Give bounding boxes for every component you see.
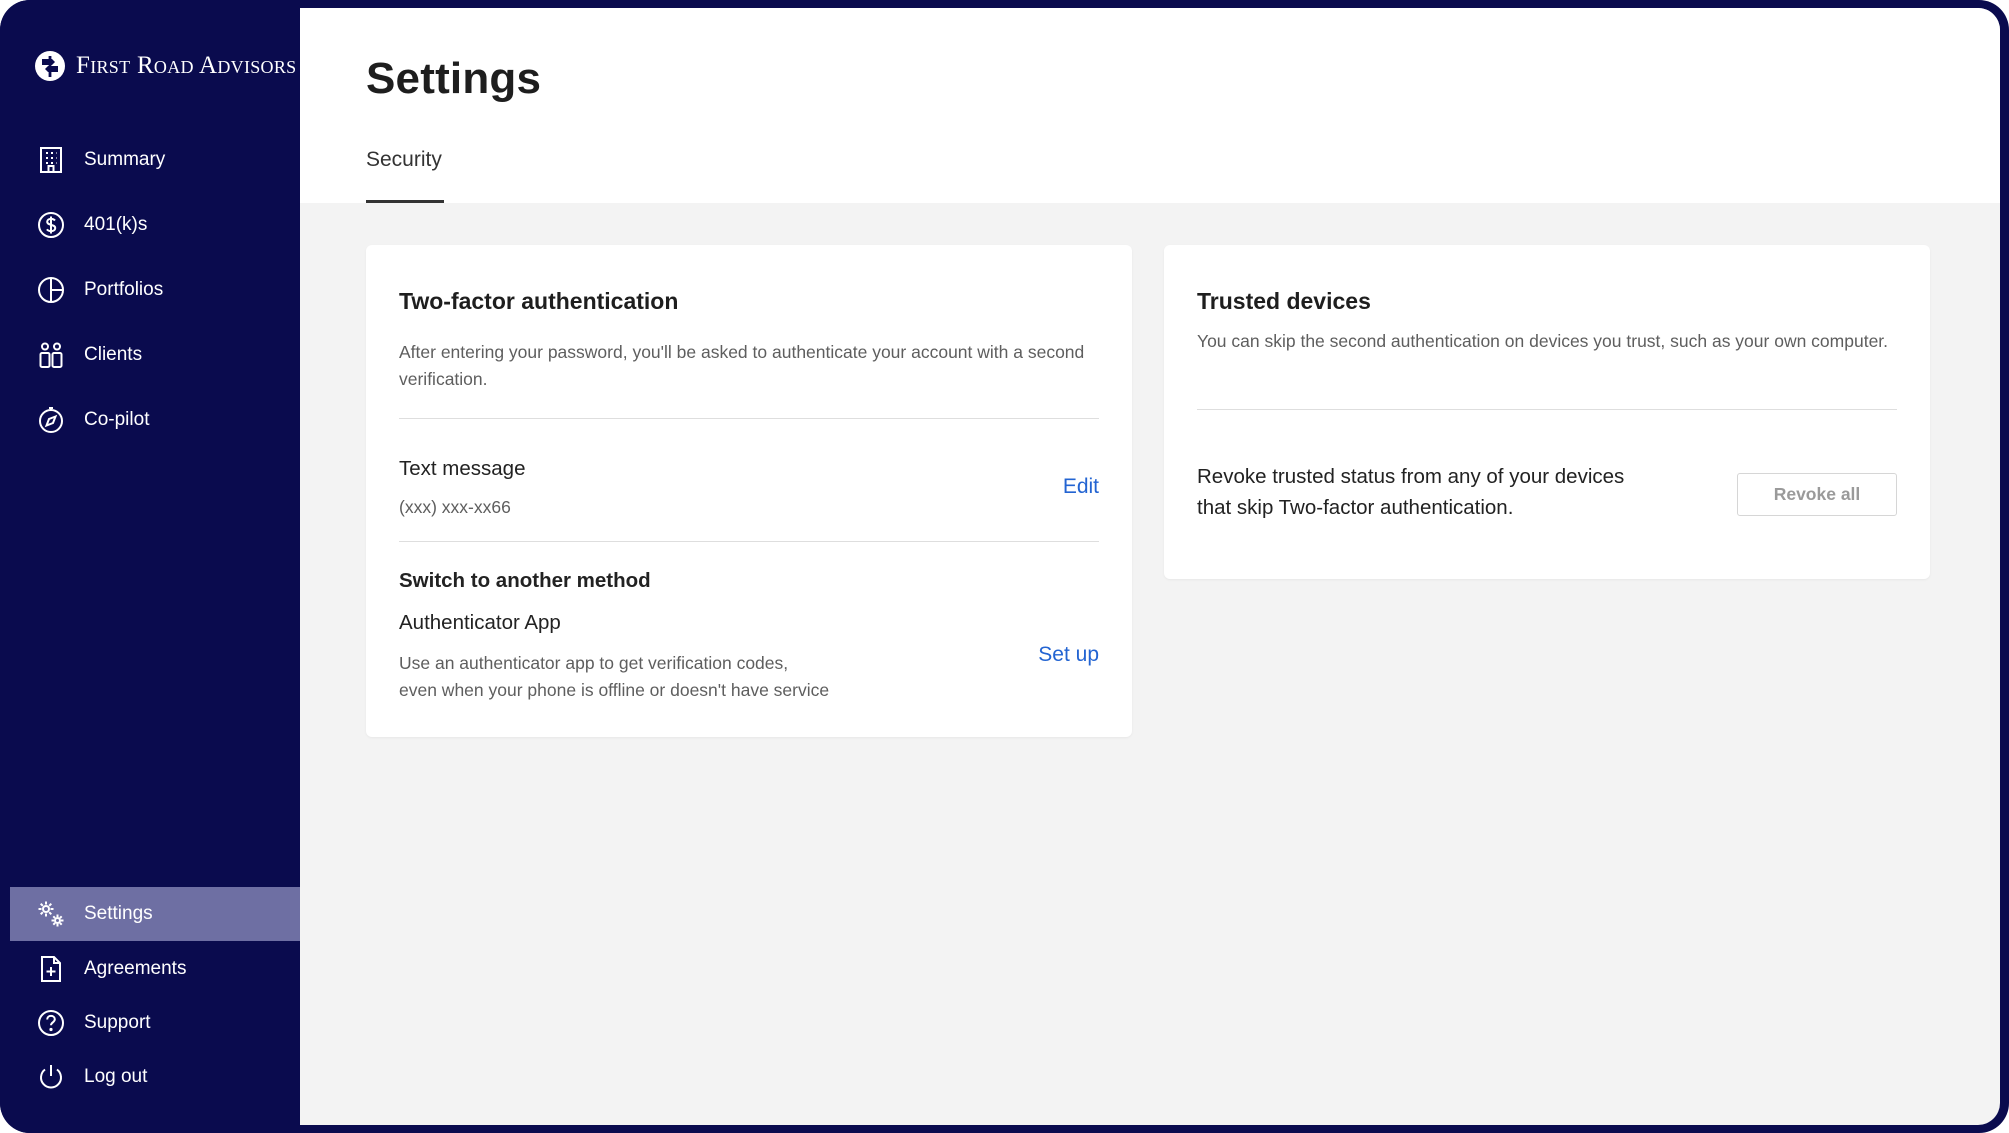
sidebar-item-label: Clients: [84, 344, 143, 365]
authenticator-app-title: Authenticator App: [399, 611, 561, 634]
tab-security[interactable]: Security: [366, 148, 444, 203]
brand-logo[interactable]: First Road Advisors: [34, 48, 296, 84]
revoke-description-line1: Revoke trusted status from any of your d…: [1197, 465, 1625, 488]
two-factor-title: Two-factor authentication: [399, 288, 679, 314]
sidebar-item-settings[interactable]: Settings: [10, 887, 300, 941]
sidebar: First Road Advisors Summary 401(k)s Port…: [0, 0, 300, 1133]
question-circle-icon: [38, 1010, 64, 1036]
sidebar-item-summary[interactable]: Summary: [10, 133, 300, 187]
sidebar-item-label: 401(k)s: [84, 214, 148, 235]
trusted-devices-card: Trusted devices You can skip the second …: [1164, 245, 1930, 579]
divider: [1197, 409, 1897, 410]
two-factor-description: After entering your password, you'll be …: [399, 342, 1085, 389]
phone-number: (xxx) xxx-xx66: [399, 497, 511, 517]
compass-icon: [39, 407, 63, 433]
sidebar-item-label: Log out: [84, 1066, 148, 1087]
sidebar-item-label: Summary: [84, 149, 166, 170]
road-sign-icon: [35, 51, 65, 81]
dollar-circle-icon: [38, 212, 64, 238]
people-icon: [39, 342, 63, 368]
page-title: Settings: [366, 54, 542, 103]
sidebar-item-401ks[interactable]: 401(k)s: [10, 198, 300, 252]
sidebar-item-label: Settings: [84, 903, 153, 924]
sidebar-item-support[interactable]: Support: [10, 996, 300, 1050]
building-icon: [40, 147, 62, 173]
authenticator-app-description-line2: even when your phone is offline or doesn…: [399, 680, 830, 700]
authenticator-app-description-line1: Use an authenticator app to get verifica…: [399, 653, 789, 673]
brand-name: First Road Advisors: [76, 52, 297, 79]
set-up-link[interactable]: Set up: [1038, 643, 1099, 667]
document-add-icon: [41, 956, 61, 982]
edit-link[interactable]: Edit: [1063, 475, 1099, 499]
sidebar-item-label: Portfolios: [84, 279, 164, 300]
divider: [399, 418, 1099, 419]
main-content: Settings Security Two-factor authenticat…: [300, 8, 2000, 1125]
app-window: First Road Advisors Summary 401(k)s Port…: [0, 0, 2009, 1133]
revoke-all-button[interactable]: Revoke all: [1737, 473, 1897, 516]
trusted-devices-description: You can skip the second authentication o…: [1197, 331, 1889, 351]
sidebar-item-agreements[interactable]: Agreements: [10, 942, 300, 996]
text-message-title: Text message: [399, 457, 526, 480]
switch-method-title: Switch to another method: [399, 569, 651, 592]
sidebar-item-clients[interactable]: Clients: [10, 328, 300, 382]
page-header: Settings Security: [300, 8, 2000, 203]
gears-icon: [38, 901, 64, 927]
divider: [399, 541, 1099, 542]
power-icon: [40, 1065, 62, 1089]
sidebar-item-label: Agreements: [84, 958, 187, 979]
sidebar-item-label: Support: [84, 1012, 151, 1033]
sidebar-item-label: Co-pilot: [84, 409, 150, 430]
trusted-devices-title: Trusted devices: [1197, 288, 1371, 314]
two-factor-card: Two-factor authentication After entering…: [366, 245, 1132, 737]
sidebar-item-co-pilot[interactable]: Co-pilot: [10, 393, 300, 447]
revoke-description-line2: that skip Two-factor authentication.: [1197, 496, 1514, 519]
pie-chart-icon: [38, 277, 64, 303]
sidebar-item-portfolios[interactable]: Portfolios: [10, 263, 300, 317]
sidebar-item-log-out[interactable]: Log out: [10, 1050, 300, 1104]
